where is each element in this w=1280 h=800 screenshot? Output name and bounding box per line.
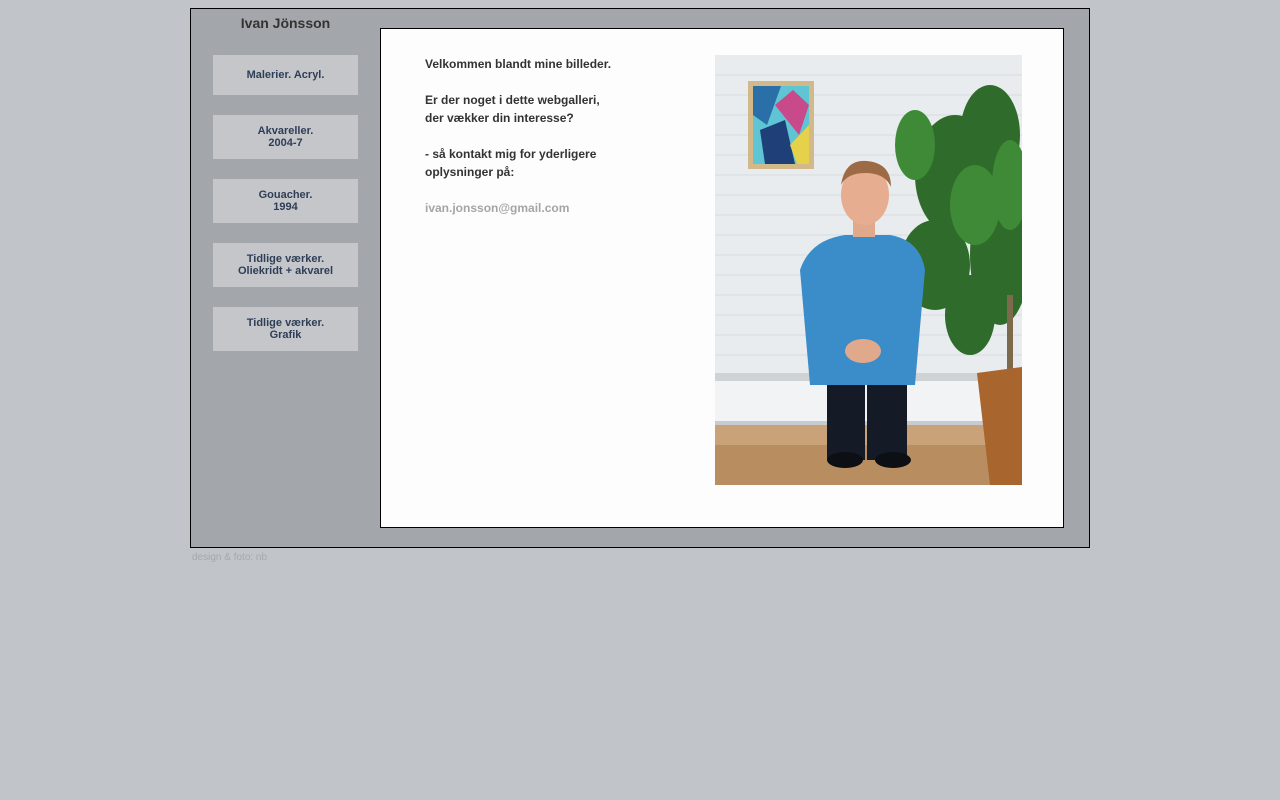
nav-button-sublabel: Grafik — [269, 329, 302, 341]
nav-button-akvareller[interactable]: Akvareller. 2004-7 — [213, 115, 358, 159]
nav-button-sublabel: 1994 — [273, 201, 298, 213]
nav-button-sublabel: Oliekridt + akvarel — [237, 265, 334, 277]
nav-button-label: Akvareller. — [257, 125, 314, 137]
nav-button-label: Tidlige værker. — [246, 317, 325, 329]
nav-button-sublabel: 2004-7 — [268, 137, 303, 149]
welcome-text: Velkommen blandt mine billeder. Er der n… — [425, 55, 685, 217]
greeting-text: Velkommen blandt mine billeder. — [425, 57, 612, 71]
artist-portrait-photo — [715, 55, 1022, 485]
contact-line-2: oplysninger på: — [425, 165, 515, 179]
footer-credit: design & foto: nb — [192, 552, 268, 563]
email-link[interactable]: ivan.jonsson@gmail.com — [425, 201, 569, 215]
site-title: Ivan Jönsson — [240, 15, 331, 31]
nav-button-malerier-acryl[interactable]: Malerier. Acryl. — [213, 55, 358, 95]
site-frame: Ivan Jönsson Malerier. Acryl. Akvareller… — [190, 8, 1090, 548]
question-line-1: Er der noget i dette webgalleri, — [425, 93, 600, 107]
question-line-2: der vækker din interesse? — [425, 111, 574, 125]
nav-button-label: Gouacher. — [258, 189, 313, 201]
contact-line-1: - så kontakt mig for yderligere — [425, 147, 597, 161]
nav-button-gouacher[interactable]: Gouacher. 1994 — [213, 179, 358, 223]
nav-button-tidlige-oliekridt[interactable]: Tidlige værker. Oliekridt + akvarel — [213, 243, 358, 287]
nav-button-label: Malerier. Acryl. — [246, 69, 325, 81]
content-panel: Velkommen blandt mine billeder. Er der n… — [380, 28, 1064, 528]
nav-button-tidlige-grafik[interactable]: Tidlige værker. Grafik — [213, 307, 358, 351]
nav-button-label: Tidlige værker. — [246, 253, 325, 265]
